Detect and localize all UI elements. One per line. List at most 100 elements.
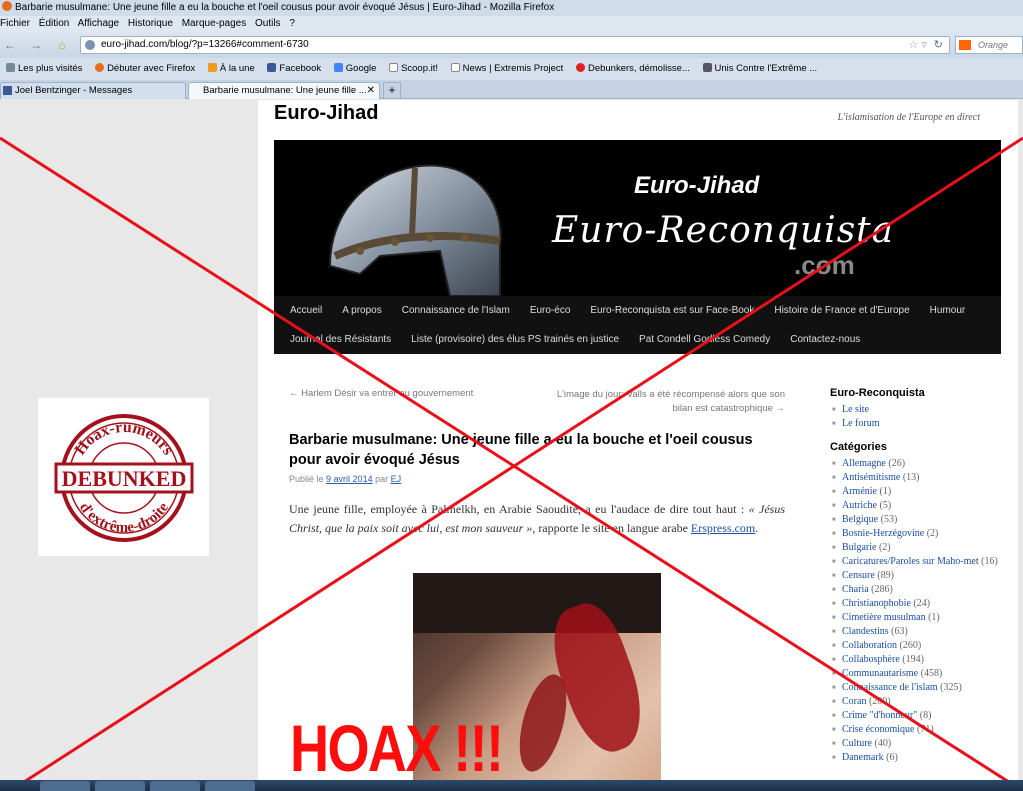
reload-icon[interactable]: ↻ xyxy=(934,37,943,53)
taskbar-button[interactable] xyxy=(40,781,90,791)
tab-strip: Joel Bentzinger - Messages Barbarie musu… xyxy=(0,80,1023,99)
category-item[interactable]: Collabosphère (194) xyxy=(830,653,1000,667)
category-name: Communautarisme xyxy=(842,668,919,679)
new-tab-button[interactable]: + xyxy=(383,82,401,99)
bookmark-star-icon[interactable]: ☆ ▿ xyxy=(909,37,927,53)
nav-about[interactable]: A propos xyxy=(332,296,391,325)
category-name: Cimetière musulman xyxy=(842,612,926,623)
nav-pat-condell[interactable]: Pat Condell Godless Comedy xyxy=(629,325,780,354)
sidebar-link-site[interactable]: Le site xyxy=(830,403,1000,417)
category-name: Caricatures/Paroles sur Maho-met xyxy=(842,556,979,567)
home-icon[interactable]: ⌂ xyxy=(54,37,70,53)
menu-history[interactable]: Historique xyxy=(128,18,173,29)
category-item[interactable]: Bulgarie (2) xyxy=(830,541,1000,555)
nav-history[interactable]: Histoire de France et d'Europe xyxy=(764,296,919,325)
site-banner[interactable]: Euro-Jihad Euro-Reconquista .com xyxy=(274,140,1001,296)
tab-label: Joel Bentzinger - Messages xyxy=(15,85,133,96)
tab-euro-jihad-article[interactable]: Barbarie musulmane: Une jeune fille ... … xyxy=(188,82,380,99)
category-item[interactable]: Culture (40) xyxy=(830,737,1000,751)
category-item[interactable]: Crime "d'honneur" (8) xyxy=(830,709,1000,723)
taskbar-button[interactable] xyxy=(150,781,200,791)
previous-post-link[interactable]: ← Harlem Désir va entrer au gouvernement xyxy=(289,388,473,399)
menu-tools[interactable]: Outils xyxy=(255,18,281,29)
bookmark-unis-contre[interactable]: Unis Contre l'Extrême ... xyxy=(702,58,817,80)
category-item[interactable]: Allemagne (26) xyxy=(830,457,1000,471)
category-count: (2) xyxy=(926,528,939,539)
category-item[interactable]: Christianophobie (24) xyxy=(830,597,1000,611)
post-title[interactable]: Barbarie musulmane: Une jeune fille a eu… xyxy=(289,430,759,470)
category-item[interactable]: Censure (89) xyxy=(830,569,1000,583)
bookmark-debunkers[interactable]: Debunkers, démolisse... xyxy=(575,58,690,80)
bookmark-getting-started[interactable]: Débuter avec Firefox xyxy=(95,58,195,80)
bookmark-scoopit[interactable]: Scoop.it! xyxy=(389,58,438,80)
category-item[interactable]: Belgique (53) xyxy=(830,513,1000,527)
body-text: . xyxy=(755,521,759,535)
category-item[interactable]: Antisémitisme (13) xyxy=(830,471,1000,485)
taskbar-button[interactable] xyxy=(95,781,145,791)
bookmark-facebook[interactable]: Facebook xyxy=(267,58,321,80)
category-item[interactable]: Communautarisme (458) xyxy=(830,667,1000,681)
next-post-link[interactable]: L'image du jour: Valls a été récompensé … xyxy=(540,388,785,416)
bookmark-most-visited[interactable]: Les plus visités xyxy=(6,58,82,80)
bookmark-extremis[interactable]: News | Extremis Project xyxy=(450,58,564,80)
bookmark-google[interactable]: Google xyxy=(333,58,376,80)
source-link[interactable]: Erspress.com xyxy=(691,521,755,535)
forward-arrow-icon[interactable]: → xyxy=(28,37,44,53)
category-item[interactable]: Cimetière musulman (1) xyxy=(830,611,1000,625)
category-item[interactable]: Connaissance de l'islam (325) xyxy=(830,681,1000,695)
bookmark-label: Débuter avec Firefox xyxy=(107,63,196,74)
site-title[interactable]: Euro-Jihad xyxy=(274,102,378,125)
nav-islam[interactable]: Connaissance de l'Islam xyxy=(392,296,520,325)
post-author-link[interactable]: EJ xyxy=(391,474,402,484)
category-item[interactable]: Crise économique (71) xyxy=(830,723,1000,737)
category-item[interactable]: Bosnie-Herzégovine (2) xyxy=(830,527,1000,541)
nav-journal[interactable]: Journal des Résistants xyxy=(280,325,401,354)
post-date-link[interactable]: 9 avril 2014 xyxy=(326,474,373,484)
category-name: Danemark xyxy=(842,752,884,763)
back-arrow-icon[interactable]: ← xyxy=(2,37,18,53)
nav-home[interactable]: Accueil xyxy=(280,296,332,325)
bookmark-label: News | Extremis Project xyxy=(462,63,564,74)
debunkers-icon xyxy=(575,63,585,72)
orange-search-engine-icon[interactable] xyxy=(959,40,971,50)
category-count: (1) xyxy=(928,612,940,623)
close-tab-icon[interactable]: ✕ xyxy=(367,83,375,99)
category-item[interactable]: Collaboration (260) xyxy=(830,639,1000,653)
menu-edit[interactable]: Édition xyxy=(39,18,70,29)
category-count: (200) xyxy=(868,696,891,707)
category-item[interactable]: Arménie (1) xyxy=(830,485,1000,499)
menu-help[interactable]: ? xyxy=(289,18,295,29)
category-item[interactable]: Coran (200) xyxy=(830,695,1000,709)
site-identity-icon[interactable] xyxy=(85,40,95,50)
category-item[interactable]: Autriche (5) xyxy=(830,499,1000,513)
menu-bookmarks[interactable]: Marque-pages xyxy=(182,18,246,29)
category-item[interactable]: Charia (286) xyxy=(830,583,1000,597)
taskbar-button[interactable] xyxy=(205,781,255,791)
menu-view[interactable]: Affichage xyxy=(78,18,120,29)
nav-elus-ps[interactable]: Liste (provisoire) des élus PS trainés e… xyxy=(401,325,629,354)
nav-contact[interactable]: Contactez-nous xyxy=(780,325,870,354)
body-text: Une jeune fille, employée à Palmelkh, en… xyxy=(289,502,749,516)
nav-humour[interactable]: Humour xyxy=(920,296,976,325)
category-name: Censure xyxy=(842,570,875,581)
category-count: (53) xyxy=(880,514,898,525)
category-item[interactable]: Clandestins (63) xyxy=(830,625,1000,639)
category-name: Connaissance de l'islam xyxy=(842,682,938,693)
url-bar[interactable]: euro-jihad.com/blog/?p=13266#comment-673… xyxy=(80,36,950,54)
sidebar-link-forum[interactable]: Le forum xyxy=(830,417,1000,431)
search-box[interactable]: Orange xyxy=(955,36,1023,54)
category-count: (26) xyxy=(888,458,906,469)
nav-euro-eco[interactable]: Euro-éco xyxy=(520,296,581,325)
bookmarks-toolbar: Les plus visités Débuter avec Firefox À … xyxy=(0,58,1023,80)
category-name: Bosnie-Herzégovine xyxy=(842,528,925,539)
link-label: Le forum xyxy=(842,418,880,429)
search-placeholder: Orange xyxy=(978,40,1009,50)
nav-facebook[interactable]: Euro-Reconquista est sur Face-Book xyxy=(580,296,764,325)
category-count: (13) xyxy=(902,472,920,483)
window-title-bar: Barbarie musulmane: Une jeune fille a eu… xyxy=(0,0,1023,16)
tab-facebook-messages[interactable]: Joel Bentzinger - Messages xyxy=(0,82,186,99)
menu-file[interactable]: Fichier xyxy=(0,18,30,29)
category-item[interactable]: Danemark (6) xyxy=(830,751,1000,765)
category-item[interactable]: Caricatures/Paroles sur Maho-met (16) xyxy=(830,555,1000,569)
bookmark-headlines[interactable]: À la une xyxy=(207,58,255,80)
